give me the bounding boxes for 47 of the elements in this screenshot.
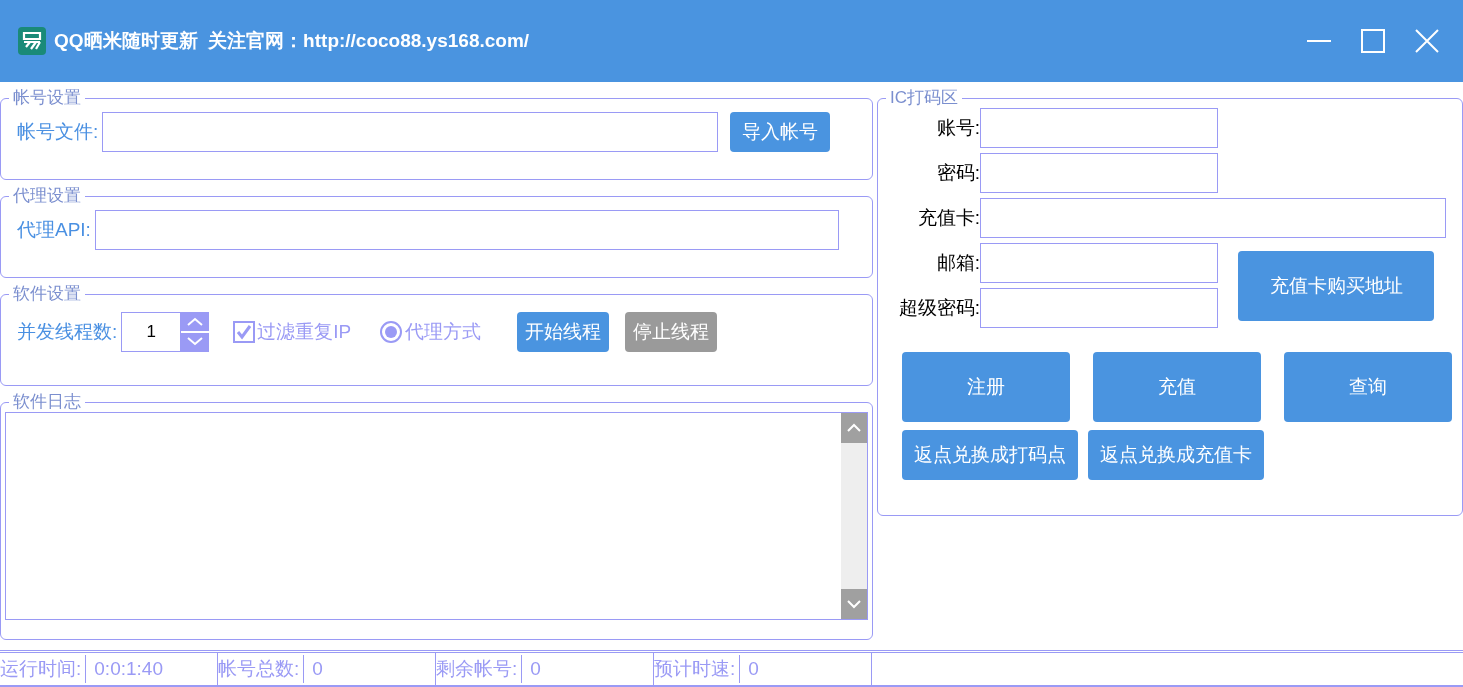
status-label: 剩余帐号:: [436, 654, 523, 684]
status-value: 0: [529, 656, 541, 681]
action-button[interactable]: 充值: [1093, 352, 1261, 422]
log-area[interactable]: [5, 412, 868, 620]
app-logo-icon: [18, 27, 46, 55]
input-field[interactable]: [102, 112, 719, 152]
field-label: 密码:: [935, 160, 980, 185]
import-button[interactable]: 导入帐号: [730, 112, 831, 152]
group-legend: 软件设置: [9, 284, 85, 304]
status-label: 预计时速:: [654, 654, 741, 684]
input-field[interactable]: [980, 153, 1218, 193]
radio-button[interactable]: [379, 320, 404, 344]
exchange-button[interactable]: 返点兑换成打码点: [902, 430, 1078, 480]
input-field[interactable]: [980, 288, 1218, 328]
status-label: 运行时间:: [0, 654, 87, 684]
status-value: 0:0:1:40: [93, 656, 163, 681]
scroll-up-icon[interactable]: [841, 413, 867, 443]
field-label: 并发线程数:: [17, 319, 118, 344]
field-label: 超级密码:: [897, 295, 980, 320]
field-label: 邮箱:: [935, 250, 980, 275]
scroll-down-icon[interactable]: [841, 589, 867, 619]
input-field[interactable]: [94, 210, 839, 250]
group-legend: 帐号设置: [9, 88, 85, 108]
field-label: 账号:: [935, 115, 980, 140]
spin-arrows-icon[interactable]: [181, 312, 210, 352]
status-label: 帐号总数:: [218, 654, 305, 684]
field-label: 充值卡:: [916, 205, 980, 230]
field-label: 帐号文件:: [17, 119, 99, 144]
status-value: 0: [747, 656, 759, 681]
buy-card-button[interactable]: 充值卡购买地址: [1238, 251, 1434, 321]
thread-button[interactable]: 开始线程: [517, 312, 610, 352]
checkbox-label: 过滤重复IP: [257, 319, 352, 344]
action-button[interactable]: 注册: [902, 352, 1070, 422]
spin-field[interactable]: 1: [121, 312, 182, 352]
group-legend: 代理设置: [9, 186, 85, 206]
action-button[interactable]: 查询: [1284, 352, 1452, 422]
input-field[interactable]: [980, 243, 1218, 283]
radio-label: 代理方式: [405, 319, 482, 344]
group-legend: 软件日志: [9, 392, 85, 412]
input-field[interactable]: [980, 108, 1218, 148]
field-label: 代理API:: [17, 217, 91, 242]
exchange-button[interactable]: 返点兑换成充值卡: [1088, 430, 1264, 480]
input-field[interactable]: [980, 198, 1446, 238]
status-value: 0: [311, 656, 323, 681]
window-title: QQ晒米随时更新 关注官网：http://coco88.ys168.com/: [54, 28, 530, 53]
checkbox[interactable]: [233, 321, 256, 343]
group-legend: IC打码区: [886, 88, 962, 108]
